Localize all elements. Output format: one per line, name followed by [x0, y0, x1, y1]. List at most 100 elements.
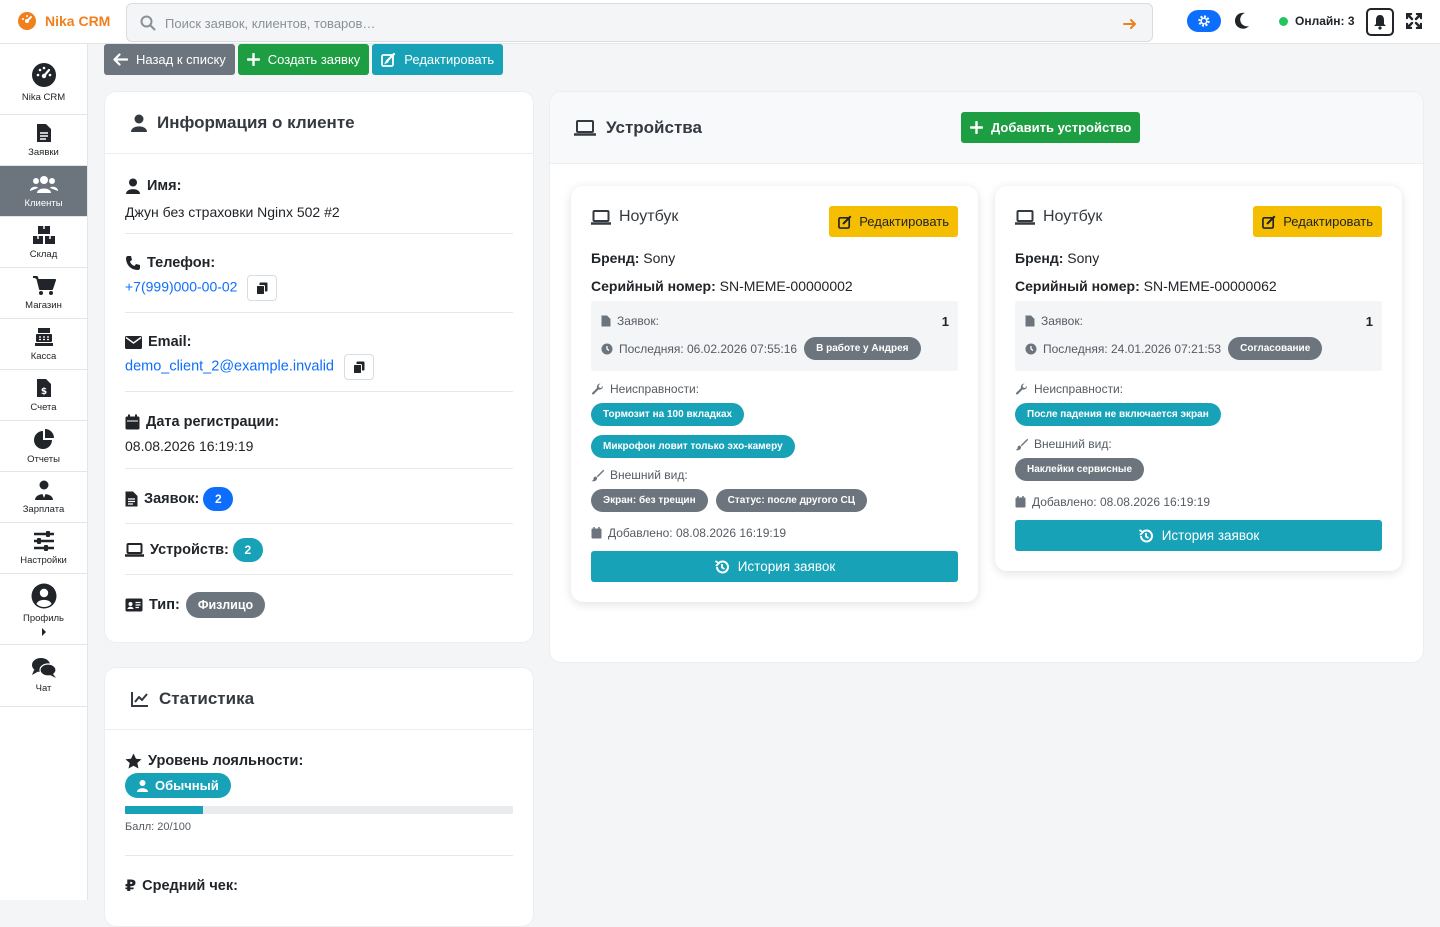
- brush-icon: [591, 469, 604, 482]
- edit-device-button[interactable]: Редактировать: [829, 206, 958, 237]
- device-brand-value: Sony: [1067, 250, 1100, 266]
- sidebar-item-invoices[interactable]: $ Счета: [0, 370, 87, 421]
- device-serial-label: Серийный номер:: [591, 278, 716, 294]
- edit-client-label: Редактировать: [404, 52, 495, 67]
- search-input[interactable]: Поиск заявок, клиентов, товаров…: [165, 16, 375, 31]
- file-icon: [36, 123, 52, 143]
- create-request-label: Создать заявку: [267, 52, 361, 67]
- sidebar-item-label: Настройки: [20, 554, 67, 566]
- device-requests-row: Заявок:: [601, 314, 659, 328]
- client-email-field: Email: demo_client_2@example.invalid: [125, 313, 513, 392]
- sidebar-item-profile[interactable]: Профиль: [0, 574, 87, 645]
- edit-device-label: Редактировать: [859, 214, 949, 229]
- user-circle-icon: [31, 583, 57, 609]
- request-history-button[interactable]: История заявок: [591, 551, 958, 582]
- device-fault-tag-row: Микрофон ловит только эхо-камеру: [591, 435, 795, 458]
- app-title: Nika CRM: [45, 13, 111, 29]
- client-type-field: Тип: Физлицо: [125, 575, 513, 631]
- sidebar-item-chat[interactable]: Чат: [0, 645, 87, 707]
- client-phone-link[interactable]: +7(999)000-00-02: [125, 279, 237, 295]
- wrench-icon: [591, 382, 604, 396]
- device-card: Ноутбук Редактировать Бренд: Sony Серийн…: [995, 186, 1402, 571]
- client-info-card: Информация о клиенте Имя: Джун без страх…: [104, 91, 534, 643]
- loyalty-badge: Обычный: [125, 773, 231, 798]
- moon-icon[interactable]: [1234, 12, 1250, 30]
- star-icon: [125, 753, 142, 769]
- sidebar-item-reports[interactable]: Отчеты: [0, 421, 87, 472]
- loyalty-score: Балл: 20/100: [125, 821, 191, 833]
- device-look-label: Внешний вид:: [610, 468, 688, 482]
- device-fault-tag: После падения не включается экран: [1015, 403, 1221, 426]
- sidebar-item-clients[interactable]: Клиенты: [0, 166, 87, 217]
- sidebar-item-label: Касса: [30, 350, 57, 362]
- create-request-button[interactable]: Создать заявку: [237, 44, 370, 75]
- global-search[interactable]: Поиск заявок, клиентов, товаров…: [126, 3, 1153, 42]
- device-title-text: Ноутбук: [619, 208, 679, 225]
- id-card-icon: [125, 598, 143, 612]
- device-fault-tag-row: Тормозит на 100 вкладках: [591, 403, 745, 426]
- file-icon: [1025, 315, 1035, 327]
- sidebar-item-label: Nika CRM: [21, 91, 66, 103]
- pie-chart-icon: [33, 428, 55, 450]
- sidebar-item-label: Чат: [35, 683, 52, 694]
- loyalty-value: Обычный: [155, 778, 219, 793]
- copy-phone-button[interactable]: [247, 275, 278, 301]
- clock-icon: [1025, 343, 1037, 355]
- sidebar-item-warehouse[interactable]: Склад: [0, 217, 87, 268]
- settings-toggle-button[interactable]: [1187, 10, 1221, 32]
- device-faults-label: Неисправности:: [1034, 382, 1124, 396]
- envelope-icon: [125, 335, 142, 349]
- back-to-list-button[interactable]: Назад к списку: [104, 44, 235, 75]
- boxes-icon: [32, 225, 55, 245]
- sidebar-item-settings[interactable]: Настройки: [0, 523, 87, 574]
- calendar-icon: [591, 527, 602, 539]
- svg-text:$: $: [40, 387, 46, 397]
- sidebar-item-salary[interactable]: Зарплата: [0, 472, 87, 523]
- wrench-icon: [1015, 382, 1028, 396]
- client-info-title: Информация о клиенте: [157, 112, 355, 132]
- app-logo[interactable]: Nika CRM: [17, 11, 110, 31]
- edit-device-button[interactable]: Редактировать: [1253, 206, 1382, 237]
- device-look-tag: Статус: после другого СЦ: [715, 489, 868, 512]
- sidebar-item-cashbox[interactable]: Касса: [0, 319, 87, 370]
- edit-icon: [1262, 215, 1276, 229]
- device-look-tag: Экран: без трещин: [591, 489, 708, 512]
- devices-header: Устройства Добавить устройство: [550, 92, 1423, 164]
- sidebar-item-label: Зарплата: [22, 503, 65, 515]
- laptop-icon: [574, 119, 596, 136]
- add-device-button[interactable]: Добавить устройство: [961, 112, 1141, 143]
- chat-icon: [31, 657, 57, 679]
- loyalty-progress: [125, 806, 513, 814]
- device-serial-label: Серийный номер:: [1015, 278, 1140, 294]
- request-history-label: История заявок: [1161, 528, 1260, 543]
- notifications-button[interactable]: [1366, 8, 1394, 36]
- copy-icon: [352, 361, 365, 374]
- sidebar-item-requests[interactable]: Заявки: [0, 115, 87, 166]
- fullscreen-icon[interactable]: [1406, 13, 1422, 29]
- device-faults-label: Неисправности:: [610, 382, 700, 396]
- edit-device-label: Редактировать: [1283, 214, 1373, 229]
- device-requests-box: Заявок: 1 Последняя: 06.02.2026 07:55:16…: [591, 301, 958, 371]
- device-look-label-row: Внешний вид:: [1015, 437, 1112, 451]
- sidebar-item-shop[interactable]: Магазин: [0, 268, 87, 319]
- history-icon: [1138, 528, 1154, 544]
- arrow-right-icon[interactable]: [1122, 16, 1138, 32]
- device-look-tag: Наклейки сервисные: [1015, 458, 1144, 481]
- request-history-button[interactable]: История заявок: [1015, 520, 1382, 551]
- device-serial-value: SN-MEME-00000002: [719, 278, 853, 294]
- sidebar-item-label: Счета: [30, 401, 57, 413]
- sidebar-item-dashboard[interactable]: Nika CRM: [0, 44, 87, 115]
- device-fault-tag: Микрофон ловит только эхо-камеру: [591, 435, 795, 458]
- loyalty-progress-fill: [125, 806, 203, 814]
- client-email-link[interactable]: demo_client_2@example.invalid: [125, 359, 334, 375]
- device-requests-label: Заявок:: [617, 314, 659, 328]
- client-orders-badge: 2: [203, 487, 234, 511]
- cart-icon: [32, 275, 56, 296]
- laptop-icon: [125, 543, 144, 557]
- edit-client-button[interactable]: Редактировать: [372, 44, 504, 75]
- copy-email-button[interactable]: [343, 354, 374, 380]
- device-look-tags: Наклейки сервисные: [1015, 458, 1144, 481]
- user-icon: [125, 178, 141, 194]
- device-title: Ноутбук: [1015, 208, 1102, 226]
- bell-icon: [1373, 14, 1387, 30]
